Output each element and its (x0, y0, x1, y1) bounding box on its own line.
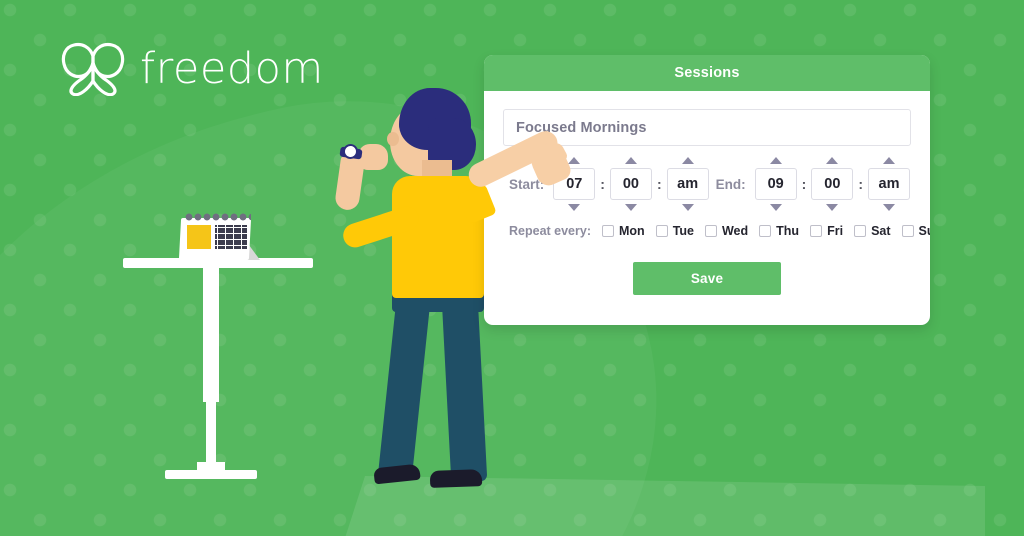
calendar-grid (215, 225, 247, 249)
person-shoe-left (373, 463, 421, 485)
end-meridiem-stepper[interactable]: am (868, 157, 910, 211)
start-separator-1: : (600, 176, 605, 192)
repeat-day-label: Mon (619, 224, 645, 238)
end-hour-stepper[interactable]: 09 (754, 157, 797, 211)
repeat-day-thu[interactable]: Thu (759, 224, 799, 238)
card-header: Sessions (484, 55, 930, 91)
start-meridiem-value[interactable]: am (666, 168, 709, 200)
sessions-card: Sessions Focused Mornings Start: 07 : 00 (484, 55, 930, 325)
end-separator-1: : (801, 176, 807, 192)
repeat-day-sun[interactable]: Sun (901, 224, 930, 238)
end-minute-stepper[interactable]: 00 (811, 157, 854, 211)
repeat-day-wed[interactable]: Wed (704, 224, 749, 238)
save-button-wrapper: Save (503, 262, 911, 295)
brand-name: freedom (140, 43, 324, 94)
calendar-highlight-block (187, 225, 211, 249)
caret-up-icon[interactable] (624, 157, 637, 164)
repeat-day-mon[interactable]: Mon (602, 224, 645, 238)
end-time-label: End: (715, 176, 746, 192)
caret-down-icon[interactable] (568, 204, 581, 211)
person-shoe-right (429, 469, 483, 488)
checkbox-sat[interactable] (854, 225, 867, 237)
checkbox-thu[interactable] (759, 225, 772, 237)
checkbox-tue[interactable] (655, 225, 668, 237)
checkbox-sun[interactable] (901, 225, 914, 237)
caret-up-icon[interactable] (769, 157, 782, 164)
desk-foot-base (165, 470, 257, 479)
butterfly-icon (60, 42, 126, 96)
person-leg-right (442, 303, 488, 483)
desk-column-upper (203, 266, 219, 402)
caret-up-icon[interactable] (826, 157, 839, 164)
start-minute-stepper[interactable]: 00 (609, 157, 652, 211)
caret-down-icon[interactable] (826, 204, 839, 211)
caret-up-icon[interactable] (568, 157, 581, 164)
save-button[interactable]: Save (633, 262, 781, 295)
person-ear (387, 132, 399, 146)
repeat-day-sat[interactable]: Sat (854, 224, 891, 238)
end-hour-value[interactable]: 09 (754, 168, 797, 200)
caret-down-icon[interactable] (769, 204, 782, 211)
repeat-row: Repeat every: Mon Tue Wed Thu Fri Sat S (503, 224, 930, 238)
start-meridiem-stepper[interactable]: am (666, 157, 709, 211)
session-name-value: Focused Mornings (516, 119, 647, 136)
caret-down-icon[interactable] (883, 204, 895, 211)
standing-desk-illustration (123, 212, 313, 480)
checkbox-wed[interactable] (704, 225, 717, 237)
person-fist (358, 144, 388, 170)
person-leg-left (377, 302, 430, 481)
page-root: freedom Sessions Focused Mornings Start:… (0, 0, 1024, 536)
repeat-day-label: Sat (871, 224, 891, 238)
end-meridiem-value[interactable]: am (868, 168, 910, 200)
desk-calendar-icon (178, 212, 262, 260)
checkbox-mon[interactable] (602, 225, 614, 237)
repeat-day-label: Tue (672, 224, 694, 238)
repeat-day-tue[interactable]: Tue (655, 224, 694, 238)
end-minute-value[interactable]: 00 (811, 168, 854, 200)
caret-down-icon[interactable] (681, 204, 694, 211)
start-separator-2: : (656, 176, 662, 192)
calendar-rings (185, 212, 251, 222)
repeat-day-label: Sun (918, 224, 930, 238)
repeat-day-fri[interactable]: Fri (810, 224, 843, 238)
start-minute-value[interactable]: 00 (609, 168, 652, 200)
card-title: Sessions (674, 65, 740, 81)
repeat-day-label: Wed (721, 224, 749, 238)
caret-up-icon[interactable] (681, 157, 694, 164)
end-separator-2: : (858, 176, 863, 192)
card-body: Focused Mornings Start: 07 : 00 : am End… (484, 91, 930, 295)
repeat-label: Repeat every: (509, 224, 591, 238)
repeat-day-label: Thu (776, 224, 800, 238)
caret-down-icon[interactable] (624, 204, 637, 211)
brand-logo: freedom (60, 42, 324, 96)
caret-up-icon[interactable] (883, 157, 895, 164)
repeat-day-label: Fri (827, 224, 844, 238)
session-name-input[interactable]: Focused Mornings (503, 109, 911, 146)
checkbox-fri[interactable] (810, 225, 823, 237)
